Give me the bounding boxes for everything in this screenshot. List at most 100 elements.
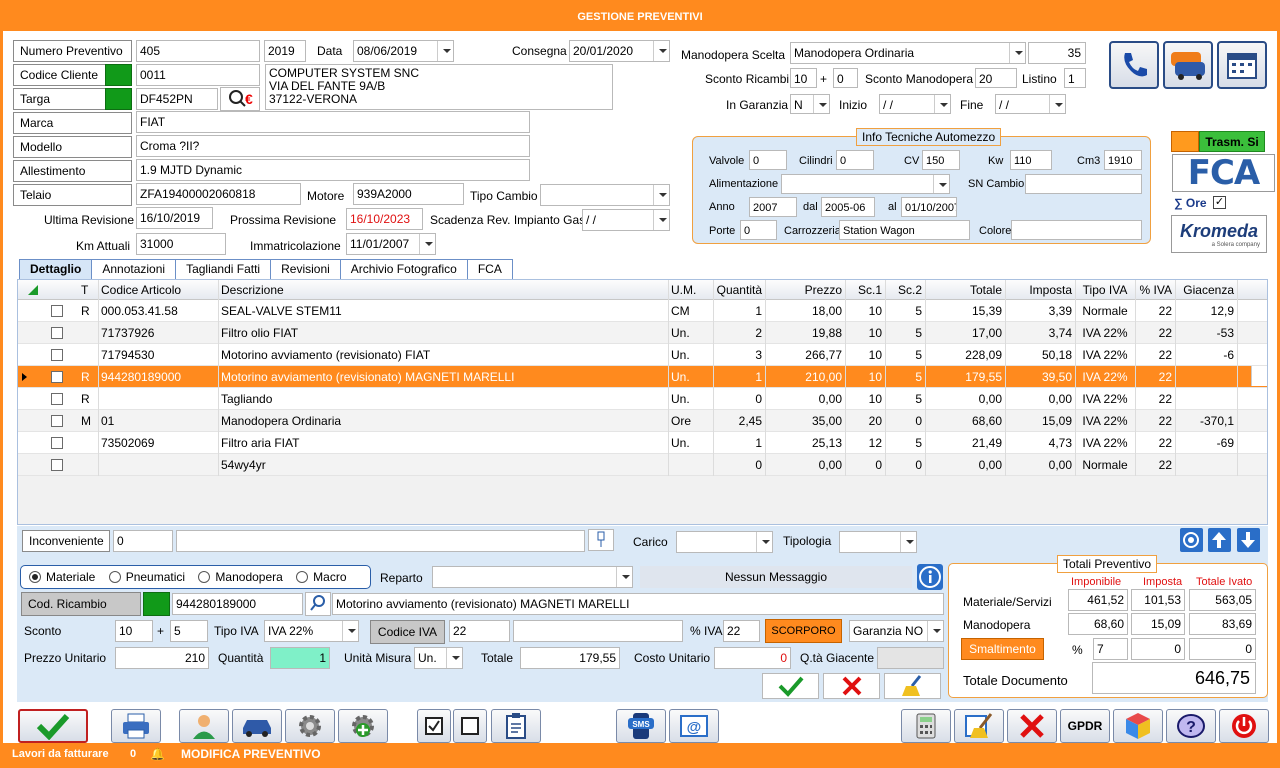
record-button[interactable] — [1180, 528, 1203, 552]
row-checkbox[interactable] — [51, 415, 63, 427]
tab-archivio-fotografico[interactable]: Archivio Fotografico — [339, 259, 468, 279]
tab-annotazioni[interactable]: Annotazioni — [91, 259, 177, 279]
row-checkbox[interactable] — [51, 393, 63, 405]
ultima-revisione-field[interactable]: 16/10/2019 — [136, 207, 213, 229]
vehicles-button[interactable] — [1163, 41, 1213, 89]
radio-materiale[interactable]: Materiale — [29, 570, 95, 584]
colore-field[interactable] — [1011, 220, 1142, 240]
unita-misura-select[interactable]: Un. — [414, 647, 463, 669]
col-header-sc2[interactable]: Sc.2 — [885, 280, 925, 300]
tipo-iva-select[interactable]: IVA 22% — [264, 620, 359, 642]
smaltimento-perc[interactable]: 7 — [1093, 638, 1128, 660]
telaio-field[interactable]: ZFA19400002060818 — [136, 183, 301, 205]
clear-row-button[interactable] — [884, 673, 941, 699]
move-up-button[interactable] — [1208, 528, 1231, 552]
col-header-giacenza[interactable]: Giacenza — [1175, 280, 1237, 300]
calendar-button[interactable] — [1217, 41, 1267, 89]
sms-button[interactable]: SMS — [616, 709, 666, 743]
tab-revisioni[interactable]: Revisioni — [270, 259, 341, 279]
dal-field[interactable]: 2005-06 — [821, 197, 875, 217]
col-header-imposta[interactable]: Imposta — [1005, 280, 1075, 300]
alimentazione-select[interactable] — [781, 174, 950, 194]
print-button[interactable] — [111, 709, 161, 743]
add-settings-button[interactable] — [338, 709, 388, 743]
row-checkbox[interactable] — [51, 305, 63, 317]
modello-field[interactable]: Croma ?II? — [136, 135, 530, 157]
garanzia-select[interactable]: N — [790, 94, 830, 114]
codice-cliente-field[interactable]: 0011 — [136, 64, 260, 86]
tab-fca[interactable]: FCA — [466, 259, 513, 279]
settings-button[interactable] — [285, 709, 335, 743]
motore-field[interactable]: 939A2000 — [353, 183, 464, 205]
uncheck-all-button[interactable] — [453, 709, 487, 743]
carico-select[interactable] — [676, 531, 773, 553]
anno-info-field[interactable]: 2007 — [749, 197, 797, 217]
sconto2-field[interactable]: 5 — [170, 620, 208, 642]
radio-manodopera[interactable]: Manodopera — [198, 570, 283, 584]
search-ricambio-button[interactable] — [305, 592, 331, 616]
row-checkbox[interactable] — [51, 437, 63, 449]
row-checkbox[interactable] — [51, 349, 63, 361]
radio-pneumatici[interactable]: Pneumatici — [108, 570, 185, 584]
cod-ricambio-field[interactable]: 944280189000 — [172, 593, 303, 615]
table-row[interactable]: R 000.053.41.58 SEAL-VALVE STEM11 CM 1 18,00 1… — [18, 300, 1267, 322]
data-field[interactable]: 08/06/2019 — [353, 40, 454, 62]
power-button[interactable] — [1219, 709, 1269, 743]
col-header-prezzo[interactable]: Prezzo — [765, 280, 845, 300]
sn-cambio-field[interactable] — [1025, 174, 1142, 194]
sconto-manodopera-field[interactable]: 20 — [975, 68, 1017, 88]
pin-button[interactable] — [588, 529, 614, 551]
info-button[interactable] — [917, 564, 943, 590]
col-header-t[interactable]: T — [78, 280, 98, 300]
scorporo-button[interactable]: SCORPORO — [765, 619, 842, 643]
col-header-tipo-iva[interactable]: Tipo IVA — [1075, 280, 1135, 300]
fine-field[interactable]: / / — [995, 94, 1066, 114]
gdpr-button[interactable]: GPDR — [1060, 709, 1110, 743]
prezzo-unitario-field[interactable]: 210 — [115, 647, 209, 669]
clear-form-button[interactable] — [954, 709, 1004, 743]
row-checkbox[interactable] — [51, 327, 63, 339]
email-button[interactable]: @ — [669, 709, 719, 743]
col-header-descrizione[interactable]: Descrizione — [218, 280, 668, 300]
cod-ricambio-button[interactable]: Cod. Ricambio — [21, 592, 141, 616]
sconto-ricambi-2[interactable]: 0 — [833, 68, 858, 88]
numero-preventivo-field[interactable]: 405 — [136, 40, 260, 62]
totale-field[interactable]: 179,55 — [520, 647, 620, 669]
vehicle-button[interactable] — [232, 709, 282, 743]
marca-field[interactable]: FIAT — [136, 111, 530, 133]
table-row[interactable]: R Tagliando Un. 0 0,00 10 5 0,00 0,00 IVA 22% 22 — [18, 388, 1267, 410]
codice-iva-button[interactable]: Codice IVA — [370, 620, 445, 644]
cancel-row-button[interactable] — [823, 673, 880, 699]
anno-field[interactable]: 2019 — [264, 40, 306, 62]
col-header-quantita[interactable]: Quantità — [713, 280, 765, 300]
valvole-field[interactable]: 0 — [749, 150, 787, 170]
codice-iva-description[interactable] — [513, 620, 683, 642]
targa-field[interactable]: DF452PN — [136, 88, 218, 110]
customer-button[interactable] — [179, 709, 229, 743]
inconveniente-description[interactable] — [176, 530, 585, 552]
codice-iva-field[interactable]: 22 — [449, 620, 510, 642]
table-row[interactable]: 71794530 Motorino avviamento (revisionato… — [18, 344, 1267, 366]
cilindri-field[interactable]: 0 — [836, 150, 874, 170]
col-header-codice[interactable]: Codice Articolo — [98, 280, 220, 300]
immatricolazione-field[interactable]: 11/01/2007 — [346, 233, 436, 255]
descrizione-ricambio-field[interactable]: Motorino avviamento (revisionato) MAGNET… — [332, 593, 944, 615]
row-checkbox[interactable] — [51, 371, 63, 383]
items-table[interactable]: T Codice Articolo Descrizione U.M. Quant… — [17, 279, 1268, 525]
scadenza-gas-field[interactable]: / / — [582, 209, 670, 231]
costo-unitario-field[interactable]: 0 — [714, 647, 791, 669]
radio-macro[interactable]: Macro — [296, 570, 347, 584]
search-targa-button[interactable]: € — [220, 87, 260, 111]
table-row[interactable]: M 01 Manodopera Ordinaria Ore 2,45 35,00 20 0 68… — [18, 410, 1267, 432]
ore-checkbox[interactable]: ✓ — [1213, 196, 1226, 209]
prossima-revisione-field[interactable]: 16/10/2023 — [346, 208, 423, 230]
manodopera-value[interactable]: 35 — [1028, 42, 1086, 64]
reparto-select[interactable] — [432, 566, 633, 588]
move-down-button[interactable] — [1237, 528, 1260, 552]
modules-button[interactable] — [1113, 709, 1163, 743]
cm3-field[interactable]: 1910 — [1104, 150, 1142, 170]
garanzia-detail-select[interactable]: Garanzia NO — [849, 620, 944, 642]
confirm-row-button[interactable] — [762, 673, 819, 699]
listino-field[interactable]: 1 — [1064, 68, 1086, 88]
col-header-um[interactable]: U.M. — [668, 280, 713, 300]
